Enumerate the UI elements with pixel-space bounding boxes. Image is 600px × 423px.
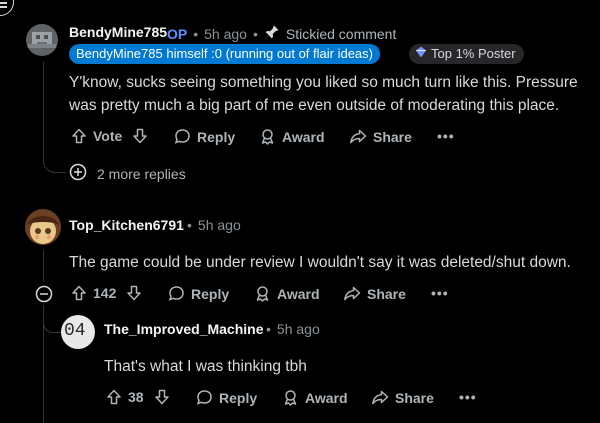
reply-label: Reply bbox=[219, 389, 258, 406]
share-label: Share bbox=[367, 285, 406, 302]
more-replies-label: 2 more replies bbox=[97, 165, 186, 182]
reply-button[interactable]: Reply bbox=[168, 285, 229, 302]
pin-icon bbox=[264, 24, 280, 43]
thread-line bbox=[43, 250, 44, 282]
menu-icon[interactable] bbox=[0, 0, 14, 16]
share-button[interactable]: Share bbox=[349, 128, 412, 145]
award-label: Award bbox=[282, 128, 325, 145]
vote-button[interactable]: Vote bbox=[71, 128, 148, 144]
reply-button[interactable]: Reply bbox=[174, 128, 235, 145]
vote-button[interactable]: 38 bbox=[106, 389, 170, 405]
award-label: Award bbox=[305, 389, 348, 406]
rank-icon bbox=[415, 44, 427, 64]
thread-curve bbox=[43, 318, 62, 333]
collapse-icon[interactable] bbox=[35, 285, 53, 308]
award-icon bbox=[254, 285, 271, 302]
user-flair: BendyMine785 himself :0 (running out of … bbox=[69, 44, 380, 64]
award-button[interactable]: Award bbox=[282, 389, 348, 406]
avatar-label: 04 bbox=[64, 321, 86, 341]
upvote-icon[interactable] bbox=[71, 128, 87, 144]
username[interactable]: The_Improved_Machine bbox=[104, 321, 264, 337]
avatar[interactable] bbox=[25, 209, 61, 245]
vote-count: 38 bbox=[128, 389, 144, 405]
vote-button[interactable]: 142 bbox=[71, 285, 142, 301]
avatar[interactable]: 04 bbox=[61, 315, 95, 349]
upvote-icon[interactable] bbox=[71, 285, 87, 301]
comment-body: The game could be under review I wouldn'… bbox=[69, 254, 571, 271]
reply-label: Reply bbox=[197, 128, 236, 145]
award-icon bbox=[282, 389, 299, 406]
reply-icon bbox=[168, 285, 185, 302]
separator-dot: • bbox=[193, 25, 199, 42]
share-button[interactable]: Share bbox=[371, 389, 434, 406]
upvote-icon[interactable] bbox=[106, 389, 122, 405]
username[interactable]: Top_Kitchen6791 bbox=[69, 217, 184, 233]
thread-curve bbox=[43, 156, 66, 173]
share-label: Share bbox=[395, 389, 434, 406]
vote-count: 142 bbox=[93, 285, 117, 301]
thread-line bbox=[43, 62, 44, 157]
timestamp: 5h ago bbox=[204, 25, 247, 42]
rank-flair: Top 1% Poster bbox=[409, 44, 524, 64]
more-replies-button[interactable]: 2 more replies bbox=[69, 163, 186, 184]
reply-icon bbox=[196, 389, 213, 406]
share-icon bbox=[371, 389, 389, 406]
more-icon[interactable]: ••• bbox=[437, 128, 455, 144]
comment-body: That's what I was thinking tbh bbox=[104, 358, 307, 375]
share-button[interactable]: Share bbox=[343, 285, 406, 302]
downvote-icon[interactable] bbox=[132, 128, 148, 144]
reply-label: Reply bbox=[191, 285, 230, 302]
comment-body: Y'know, sucks seeing something you liked… bbox=[69, 74, 578, 114]
timestamp: 5h ago bbox=[197, 217, 241, 233]
reply-icon bbox=[174, 128, 191, 145]
op-badge: OP bbox=[167, 25, 188, 42]
more-icon[interactable]: ••• bbox=[431, 285, 449, 301]
share-label: Share bbox=[373, 128, 412, 145]
expand-icon[interactable] bbox=[69, 163, 87, 184]
separator-dot: • bbox=[252, 25, 258, 42]
award-icon bbox=[259, 128, 276, 145]
separator-dot: • bbox=[266, 321, 271, 337]
avatar[interactable] bbox=[26, 24, 58, 56]
more-icon[interactable]: ••• bbox=[459, 389, 477, 405]
award-button[interactable]: Award bbox=[254, 285, 320, 302]
vote-label: Vote bbox=[93, 128, 123, 144]
timestamp: 5h ago bbox=[276, 321, 320, 337]
downvote-icon[interactable] bbox=[154, 389, 170, 405]
award-label: Award bbox=[277, 285, 320, 302]
stickied-label: Stickied comment bbox=[285, 25, 397, 42]
downvote-icon[interactable] bbox=[126, 285, 142, 301]
reply-button[interactable]: Reply bbox=[196, 389, 257, 406]
share-icon bbox=[349, 128, 367, 145]
share-icon bbox=[343, 285, 361, 302]
separator-dot: • bbox=[187, 217, 192, 233]
award-button[interactable]: Award bbox=[259, 128, 325, 145]
username[interactable]: BendyMine785 bbox=[69, 24, 167, 40]
